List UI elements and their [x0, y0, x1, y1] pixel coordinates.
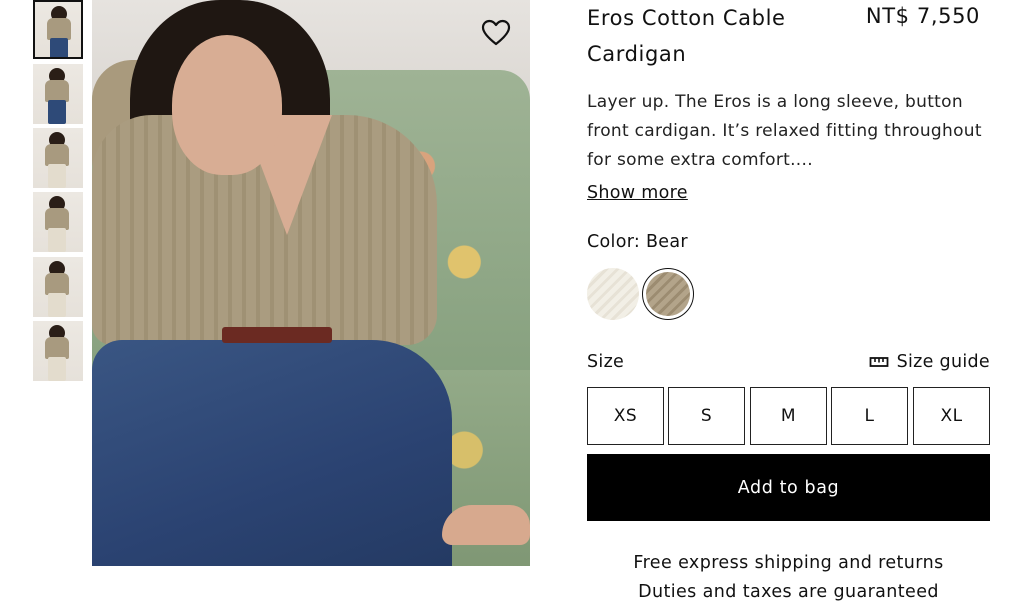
- shipping-line-2: Duties and taxes are guaranteed: [638, 582, 939, 602]
- color-swatch-ivory[interactable]: [587, 268, 639, 320]
- image-belt: [222, 327, 332, 343]
- color-swatch-fill: [646, 272, 690, 316]
- product-price: NT$ 7,550: [865, 4, 980, 28]
- add-to-bag-button[interactable]: Add to bag: [587, 454, 990, 521]
- thumbnail-5[interactable]: [33, 257, 83, 317]
- thumbnail-figure: [48, 293, 66, 317]
- thumbnail-4[interactable]: [33, 192, 83, 252]
- image-model-foot: [442, 505, 530, 545]
- size-option-l[interactable]: L: [831, 387, 908, 445]
- product-description: Layer up. The Eros is a long sleeve, but…: [587, 92, 982, 170]
- thumbnail-6[interactable]: [33, 321, 83, 381]
- image-model-face: [172, 35, 282, 175]
- thumbnail-figure: [45, 337, 69, 359]
- product-main-image[interactable]: [92, 0, 530, 566]
- size-option-xl[interactable]: XL: [913, 387, 990, 445]
- color-swatch-bear[interactable]: [642, 268, 694, 320]
- thumbnail-figure: [48, 228, 66, 252]
- thumbnail-figure: [45, 273, 69, 295]
- thumbnail-2[interactable]: [33, 64, 83, 124]
- thumbnail-1[interactable]: [33, 0, 83, 59]
- shipping-line-1: Free express shipping and returns: [633, 553, 944, 573]
- thumbnail-figure: [48, 357, 66, 381]
- thumbnail-figure: [45, 208, 69, 230]
- heart-icon: [481, 19, 511, 46]
- product-page: Eros Cotton Cable Cardigan NT$ 7,550 Lay…: [0, 0, 1024, 613]
- ruler-icon: [869, 357, 888, 367]
- show-more-link[interactable]: Show more: [587, 179, 688, 207]
- thumbnail-figure: [45, 144, 69, 166]
- thumbnail-figure: [48, 164, 66, 188]
- product-title: Eros Cotton Cable Cardigan: [587, 6, 786, 66]
- color-label: Color: Bear: [587, 232, 688, 252]
- size-option-m[interactable]: M: [750, 387, 827, 445]
- thumbnail-figure: [48, 100, 66, 124]
- size-options: XS S M L XL: [587, 387, 990, 445]
- size-option-xs[interactable]: XS: [587, 387, 664, 445]
- favorite-button[interactable]: [480, 18, 512, 48]
- thumbnail-figure: [47, 18, 71, 40]
- thumbnail-figure: [50, 38, 68, 57]
- size-guide-label: Size guide: [896, 352, 990, 372]
- size-option-s[interactable]: S: [668, 387, 745, 445]
- thumbnail-3[interactable]: [33, 128, 83, 188]
- thumbnail-figure: [45, 80, 69, 102]
- shipping-info: Free express shipping and returns Duties…: [587, 549, 990, 607]
- size-guide-link[interactable]: Size guide: [869, 348, 990, 376]
- size-label: Size: [587, 352, 625, 372]
- image-jeans: [92, 340, 452, 566]
